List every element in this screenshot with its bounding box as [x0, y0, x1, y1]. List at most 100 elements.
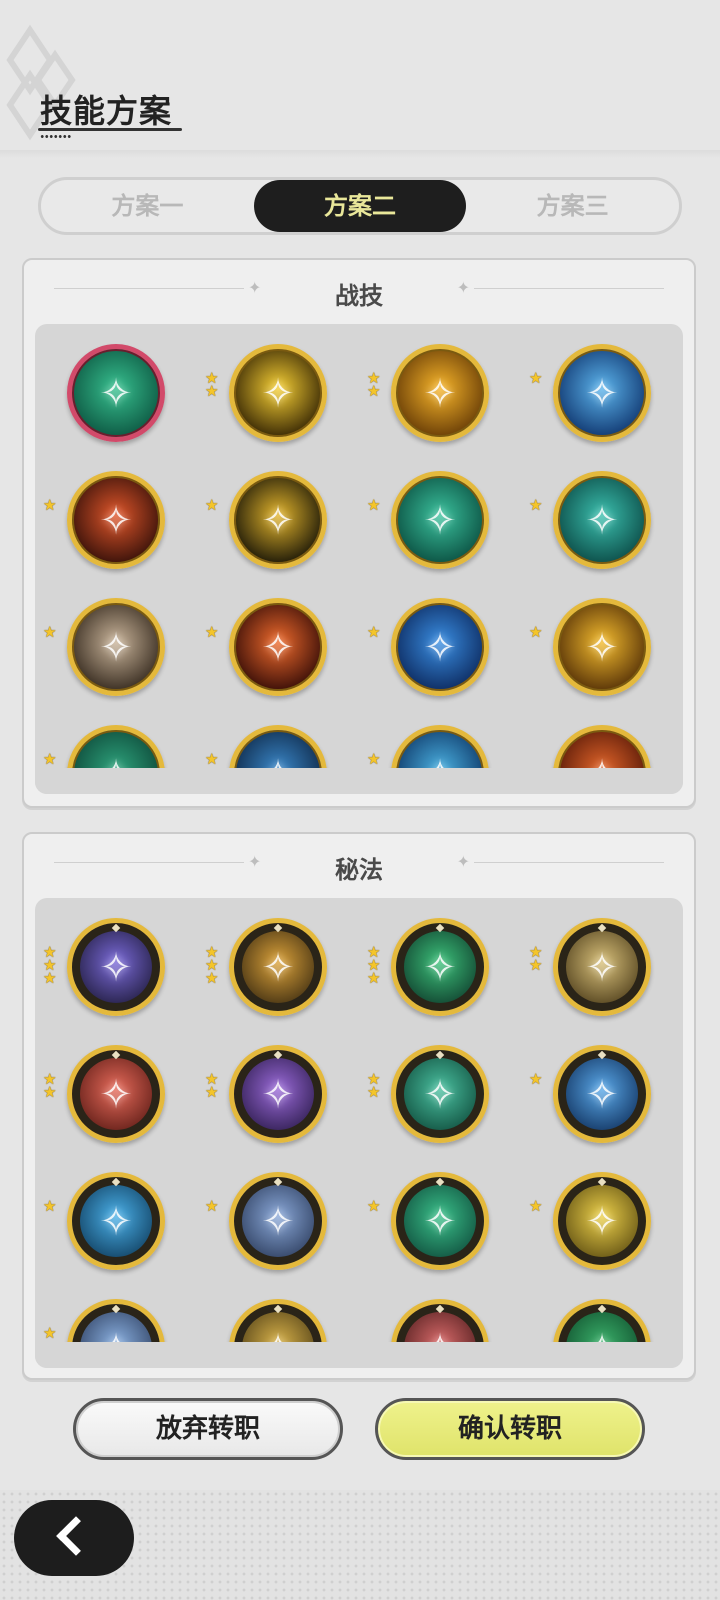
ice-burst-icon[interactable]: ✧: [553, 344, 651, 442]
water-flame-icon[interactable]: ✧: [391, 598, 489, 696]
arcane-clock-icon[interactable]: ✧: [67, 918, 165, 1016]
lightning-orb-icon[interactable]: ✧: [229, 344, 327, 442]
tab-plan-1[interactable]: 方案一: [41, 180, 254, 232]
skill-slot: ✧ ★: [35, 725, 197, 794]
rune-pip-icon: [435, 1050, 445, 1060]
skill-slot: ✧ ★: [197, 725, 359, 794]
skill-glyph-icon: ✧: [423, 625, 457, 671]
skill-slot: ✧ ★: [197, 471, 359, 598]
rank-stars: ★ ★ ★: [205, 945, 218, 986]
confirm-job-change-button[interactable]: 确认转职: [375, 1398, 645, 1460]
thorn-vine-icon[interactable]: ✧: [67, 725, 165, 794]
rank-stars: ★ ★: [205, 1072, 219, 1101]
abandon-job-change-button[interactable]: 放弃转职: [73, 1398, 343, 1460]
rank-stars: ★ ★: [205, 371, 219, 400]
blood-rune-icon[interactable]: ✧: [391, 1299, 489, 1368]
rune-pip-icon: [273, 1304, 283, 1314]
steel-armor-icon[interactable]: ✧: [229, 1172, 327, 1270]
plan-tabs: 方案一 方案二 方案三: [38, 177, 682, 235]
skill-slot: ✧ ★ ★: [521, 918, 683, 1045]
skill-slot: ✧ ★: [521, 344, 683, 471]
secrets-grid-container[interactable]: ✧ ★ ★ ★ ✧ ★ ★ ★ ✧ ★ ★ ★ ✧ ★ ★ ✧ ★ ★ ✧ ★ ★ ✧ ★ ★ ✧ ★ ✧ ★ ✧ ★ ✧ ★ ✧ ★ ✧ ★ ✧ ✧ ✧: [35, 898, 683, 1368]
sparkle-icon: ✦: [456, 278, 470, 297]
skill-glyph-icon: ✧: [585, 1072, 619, 1118]
skills-grid: ✧ ✧ ★ ★ ✧ ★ ★ ✧ ★ ✧ ★ ✧ ★ ✧ ★ ✧ ★ ✧ ★ ✧ ★ ✧ ★ ✧ ★ ✧ ★ ✧ ★ ✧ ★ ✧: [35, 324, 683, 794]
tab-plan-2[interactable]: 方案二: [253, 180, 467, 232]
star-icon: ★: [529, 956, 543, 974]
wave-icon[interactable]: ✧: [391, 725, 489, 794]
star-icon: ★: [205, 382, 219, 400]
skill-glyph-icon: ✧: [261, 625, 295, 671]
star-icon: ★: [367, 496, 381, 514]
page-title: 技能方案: [40, 92, 173, 130]
rank-stars: ★: [205, 498, 218, 513]
rank-stars: ★: [367, 1197, 381, 1215]
star-icon: ★: [367, 623, 381, 641]
sky-rise-icon[interactable]: ✧: [67, 1299, 165, 1368]
wind-orb-icon[interactable]: ✧: [67, 344, 165, 442]
frost-shard-icon[interactable]: ✧: [553, 1045, 651, 1143]
skills-panel-title: 战技: [335, 282, 383, 310]
card-summon-icon[interactable]: ✧: [67, 598, 165, 696]
holy-spirit-icon[interactable]: ✧: [553, 1172, 651, 1270]
rune-pip-icon: [111, 1050, 121, 1060]
rank-stars: ★: [205, 625, 218, 640]
skill-slot: ✧ ★: [521, 598, 683, 725]
skill-slot: ✧ ★: [521, 471, 683, 598]
golden-arrow-icon[interactable]: ✧: [229, 1299, 327, 1368]
skill-slot: ✧ ★: [359, 598, 521, 725]
ice-spike-icon[interactable]: ✧: [229, 725, 327, 794]
skill-slot: ✧: [197, 1299, 359, 1368]
shadow-swirl-icon[interactable]: ✧: [229, 1045, 327, 1143]
skill-glyph-icon: ✧: [585, 498, 619, 544]
fire-swirl-icon[interactable]: ✧: [67, 471, 165, 569]
rank-stars: ★ ★: [529, 945, 543, 974]
golden-slash-icon[interactable]: ✧: [391, 344, 489, 442]
rank-stars: ★: [529, 1199, 542, 1214]
water-drop-icon[interactable]: ✧: [67, 1172, 165, 1270]
golden-blade-icon[interactable]: ✧: [229, 918, 327, 1016]
skills-grid-container[interactable]: ✧ ✧ ★ ★ ✧ ★ ★ ✧ ★ ✧ ★ ✧ ★ ✧ ★ ✧ ★ ✧ ★ ✧ ★ ✧ ★ ✧ ★ ✧ ★ ✧ ★ ✧ ★ ✧: [35, 324, 683, 794]
back-button[interactable]: [14, 1500, 134, 1576]
fireball-icon[interactable]: ✧: [229, 598, 327, 696]
rune-pip-icon: [273, 1050, 283, 1060]
rank-stars: ★ ★: [43, 1072, 56, 1100]
skill-slot: ✧ ★ ★ ★: [197, 918, 359, 1045]
rune-pip-icon: [435, 1304, 445, 1314]
skill-slot: ✧: [521, 1299, 683, 1368]
wind-gust-icon[interactable]: ✧: [391, 918, 489, 1016]
title-underline: [38, 128, 182, 131]
rank-stars: ★ ★: [367, 371, 380, 399]
skill-slot: ✧ ★ ★: [359, 1045, 521, 1172]
skill-slot: ✧: [35, 344, 197, 471]
nature-spirit-icon[interactable]: ✧: [391, 1172, 489, 1270]
rune-pip-icon: [435, 1177, 445, 1187]
rune-pip-icon: [111, 923, 121, 933]
skill-glyph-icon: ✧: [585, 752, 619, 794]
star-icon: ★: [367, 1197, 381, 1215]
crimson-flame-icon[interactable]: ✧: [67, 1045, 165, 1143]
rank-stars: ★: [205, 1199, 218, 1214]
skill-slot: ✧ ★ ★: [197, 1045, 359, 1172]
star-icon: ★: [529, 496, 543, 514]
skill-glyph-icon: ✧: [585, 945, 619, 991]
skill-glyph-icon: ✧: [99, 1326, 133, 1368]
flame-wave-icon[interactable]: ✧: [553, 725, 651, 794]
rank-stars: ★: [43, 498, 56, 513]
rank-stars: ★ ★ ★: [367, 945, 380, 986]
emerald-shield-icon[interactable]: ✧: [391, 1045, 489, 1143]
skill-glyph-icon: ✧: [99, 498, 133, 544]
skill-glyph-icon: ✧: [99, 1072, 133, 1118]
light-strike-icon[interactable]: ✧: [553, 598, 651, 696]
rank-stars: ★: [367, 496, 381, 514]
tab-plan-3[interactable]: 方案三: [466, 180, 679, 232]
skill-glyph-icon: ✧: [99, 1199, 133, 1245]
verdant-heart-icon[interactable]: ✧: [553, 1299, 651, 1368]
golden-crystal-icon[interactable]: ✧: [229, 471, 327, 569]
golden-ward-icon[interactable]: ✧: [553, 918, 651, 1016]
skill-glyph-icon: ✧: [261, 1199, 295, 1245]
skill-slot: ✧: [521, 725, 683, 794]
wind-feather-icon[interactable]: ✧: [391, 471, 489, 569]
star-icon: ★: [205, 1083, 219, 1101]
whirlwind-icon[interactable]: ✧: [553, 471, 651, 569]
